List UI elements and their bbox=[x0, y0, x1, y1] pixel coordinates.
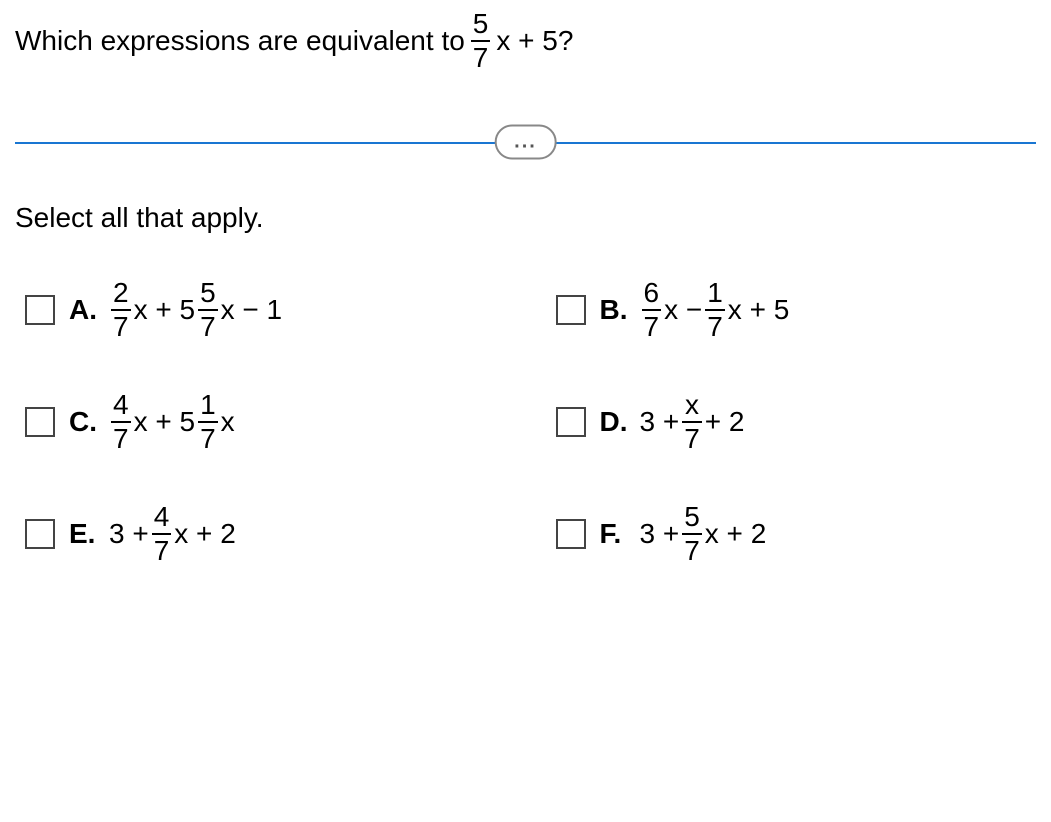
checkbox-f[interactable] bbox=[556, 519, 586, 549]
option-e[interactable]: E. 3 + 47 x + 2 bbox=[25, 503, 496, 565]
option-b-label: B. bbox=[600, 294, 628, 326]
option-e-label: E. bbox=[69, 518, 97, 550]
option-e-expr: 3 + 47 x + 2 bbox=[109, 503, 236, 565]
option-a[interactable]: A. 27 x + 5 57 x − 1 bbox=[25, 279, 496, 341]
checkbox-e[interactable] bbox=[25, 519, 55, 549]
checkbox-c[interactable] bbox=[25, 407, 55, 437]
options-grid: A. 27 x + 5 57 x − 1 B. 67 x − 17 x + 5 … bbox=[15, 279, 1036, 565]
option-d[interactable]: D. 3 + x7 + 2 bbox=[556, 391, 1027, 453]
checkbox-b[interactable] bbox=[556, 295, 586, 325]
option-b[interactable]: B. 67 x − 17 x + 5 bbox=[556, 279, 1027, 341]
option-c-label: C. bbox=[69, 406, 97, 438]
instruction-text: Select all that apply. bbox=[15, 202, 1036, 234]
question-post: x + 5? bbox=[496, 25, 573, 57]
option-c[interactable]: C. 47 x + 5 17 x bbox=[25, 391, 496, 453]
option-d-label: D. bbox=[600, 406, 628, 438]
option-c-expr: 47 x + 5 17 x bbox=[109, 391, 235, 453]
checkbox-a[interactable] bbox=[25, 295, 55, 325]
question-fraction: 5 7 bbox=[471, 10, 491, 72]
option-f-label: F. bbox=[600, 518, 628, 550]
option-d-expr: 3 + x7 + 2 bbox=[640, 391, 745, 453]
option-a-expr: 27 x + 5 57 x − 1 bbox=[109, 279, 282, 341]
option-a-label: A. bbox=[69, 294, 97, 326]
option-f-expr: 3 + 57 x + 2 bbox=[640, 503, 767, 565]
section-divider: ... bbox=[15, 122, 1036, 162]
question-text: Which expressions are equivalent to 5 7 … bbox=[15, 10, 1036, 72]
checkbox-d[interactable] bbox=[556, 407, 586, 437]
expand-button[interactable]: ... bbox=[494, 125, 557, 160]
question-pre: Which expressions are equivalent to bbox=[15, 25, 465, 57]
ellipsis-icon: ... bbox=[514, 131, 537, 153]
option-b-expr: 67 x − 17 x + 5 bbox=[640, 279, 790, 341]
option-f[interactable]: F. 3 + 57 x + 2 bbox=[556, 503, 1027, 565]
